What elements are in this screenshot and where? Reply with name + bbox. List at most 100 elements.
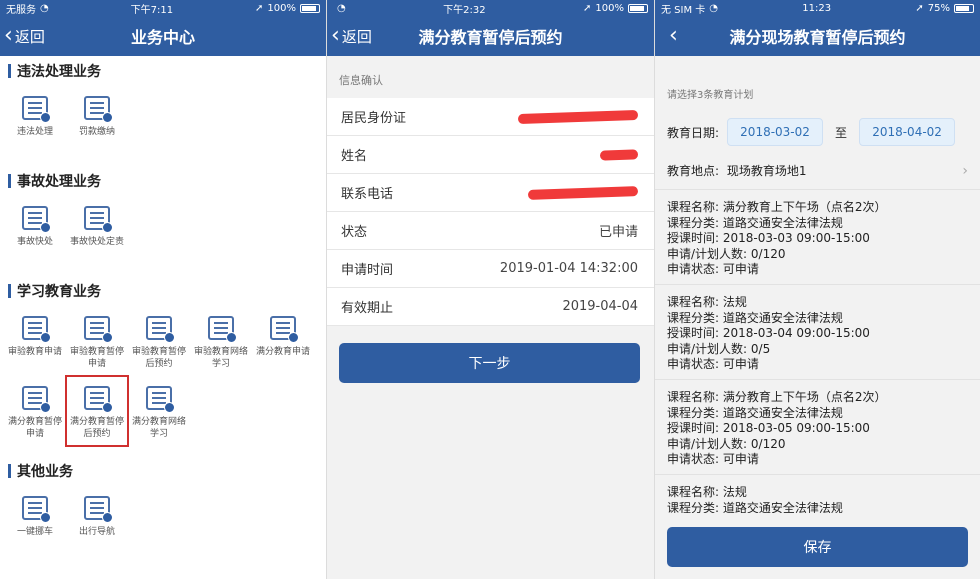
service-tile[interactable]: 审验教育网络学习 [190,306,252,376]
back-button[interactable]: ‹ [659,16,678,56]
business-center-screen: 无服务 ◔ 下午7:11 ➚ 100% ‹ 返回 业务中心 违法处理业务 违法处理… [0,0,326,579]
officer-icon [84,206,113,233]
next-step-button[interactable]: 下一步 [339,343,640,383]
service-label: 满分教育网络学习 [131,417,186,439]
course-name: 课程名称: 法规 [667,294,747,309]
service-tile[interactable]: 满分教育申请 [252,306,314,376]
page-title: 满分教育暂停后预约 [418,28,563,47]
course-item[interactable]: 课程名称: 满分教育上下午场（点名2次） 课程分类: 道路交通安全法律法规 授课时间… [655,190,980,285]
course-time: 授课时间: 2018-03-03 09:00-15:00 [667,231,870,246]
section-label: 信息确认 [327,62,654,98]
service-label: 审验教育暂停申请 [69,347,124,369]
section-accent [8,174,11,188]
save-button[interactable]: 保存 [667,527,968,567]
clock-book-icon [84,386,113,413]
course-name: 课程名称: 满分教育上下午场（点名2次） [667,200,887,214]
status-bar: 无 SIM 卡 ◔ 11:23 ➚ 75% [655,0,980,16]
section-title: 其他业务 [0,456,326,486]
service-label: 一键挪车 [16,527,53,537]
info-row: 联系电话 [327,174,654,212]
clock-doc-icon [22,386,51,413]
course-count: 申请/计划人数: 0/120 [667,246,786,261]
service-tile[interactable]: 满分教育暂停后预约 [65,375,129,447]
service-grid: 违法处理 罚款缴纳 [0,86,326,156]
service-tile[interactable]: 罚款缴纳 [66,86,128,156]
icon-lines [28,212,42,214]
clock-label: 11:23 [802,2,832,14]
place-selector[interactable]: 教育地点: 现场教育场地1 › [655,152,980,190]
service-label: 审验教育网络学习 [193,347,248,369]
wifi-icon: ◔ [337,2,346,14]
status-bar: 无服务 ◔ 下午7:11 ➚ 100% [0,0,326,16]
navigation-bar: 无服务 ◔ 下午7:11 ➚ 100% ‹ 返回 业务中心 [0,0,326,56]
battery-label: 100% [267,2,296,14]
icon-lines [90,322,104,324]
icon-lines [28,102,42,104]
icon-lines [28,322,42,324]
service-tile[interactable]: 审验教育暂停申请 [66,306,128,376]
location-icon: ➚ [255,2,264,14]
info-key: 有效期止 [341,301,394,316]
section-title-text: 学习教育业务 [17,284,101,300]
course-item[interactable]: 课程名称: 满分教育上下午场（点名2次） 课程分类: 道路交通安全法律法规 授课时间… [655,380,980,475]
service-grid: 审验教育申请 审验教育暂停申请 审验教育暂停后预约 审验教育网络学习 满分教育申请满分教… [0,306,326,447]
course-state: 申请状态: 可申请 [667,452,759,467]
service-sections: 违法处理业务 违法处理 罚款缴纳 事故处理业务 事故快处 事故快处定责 学习教育业务 审验教育… [0,56,326,566]
course-count: 申请/计划人数: 0/120 [667,436,786,451]
service-label: 违法处理 [16,127,53,137]
section-accent [8,284,11,298]
course-item[interactable]: 课程名称: 法规课程分类: 道路交通安全法律法规授课时间: 2018-03-06… [655,475,980,518]
info-key: 居民身份证 [341,111,407,126]
chevron-left-icon: ‹ [4,23,13,48]
course-item[interactable]: 课程名称: 法规 课程分类: 道路交通安全法律法规 授课时间: 2018-03-04… [655,285,980,380]
course-category: 课程分类: 道路交通安全法律法规 [667,310,843,325]
service-label: 罚款缴纳 [78,127,115,137]
service-tile[interactable]: 审验教育暂停后预约 [128,306,190,376]
service-label: 满分教育暂停申请 [7,417,62,439]
chevron-right-icon: › [962,162,968,179]
course-list[interactable]: 课程名称: 满分教育上下午场（点名2次） 课程分类: 道路交通安全法律法规 授课时间… [655,190,980,518]
service-tile[interactable]: 一键挪车 [4,486,66,556]
clock-book-icon [146,316,175,343]
steering-wheel-icon [84,496,113,523]
location-icon: ➚ [915,2,924,14]
info-key: 姓名 [341,149,368,164]
info-key: 联系电话 [341,187,394,202]
info-row: 申请时间 2019-01-04 14:32:00 [327,250,654,288]
info-row: 姓名 [327,136,654,174]
redaction-mark [517,109,639,124]
service-label: 满分教育暂停后预约 [69,417,124,439]
place-value: 现场教育场地1 [726,164,807,178]
confirm-info-screen: ◔ 下午2:32 ➚ 100% ‹ 返回 满分教育暂停后预约 信息确认 居民身份… [326,0,654,579]
wifi-icon: ◔ [709,2,719,14]
icon-lines [90,392,104,394]
back-button[interactable]: ‹ 返回 [4,16,45,56]
section-accent [8,64,11,78]
service-tile[interactable]: 事故快处 [4,196,66,266]
status-bar: ◔ 下午2:32 ➚ 100% [327,0,654,16]
icon-lines [152,322,166,324]
battery-icon [953,3,974,13]
info-row: 状态 已申请 [327,212,654,250]
start-date-picker[interactable]: 2018-03-02 [727,118,824,146]
icon-lines [214,322,228,324]
battery-label: 75% [927,2,950,14]
icon-lines [28,392,42,394]
service-tile[interactable]: 出行导航 [66,486,128,556]
back-button[interactable]: ‹ 返回 [331,16,372,56]
service-tile[interactable]: 事故快处定责 [66,196,128,266]
info-value: 已申请 [598,225,638,240]
service-tile[interactable]: 违法处理 [4,86,66,156]
redaction-mark [527,185,639,200]
icon-lines [90,212,104,214]
service-tile[interactable]: 满分教育暂停申请 [4,376,66,446]
clock-doc-icon [84,316,113,343]
navigation-bar: ◔ 下午2:32 ➚ 100% ‹ 返回 满分教育暂停后预约 [327,0,654,56]
end-date-picker[interactable]: 2018-04-02 [859,118,956,146]
service-tile[interactable]: 满分教育网络学习 [128,376,190,446]
course-time: 授课时间: 2018-03-05 09:00-15:00 [667,421,870,436]
service-tile[interactable]: 审验教育申请 [4,306,66,376]
info-row: 有效期止 2019-04-04 [327,288,654,326]
info-key: 申请时间 [341,263,394,278]
